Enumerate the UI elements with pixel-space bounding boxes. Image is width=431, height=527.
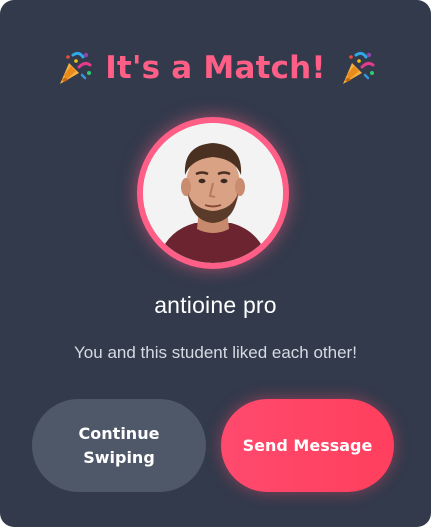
- avatar-photo: [143, 123, 283, 263]
- match-title-row: It's a Match!: [0, 46, 431, 90]
- avatar: [143, 123, 283, 263]
- continue-swiping-button[interactable]: Continue Swiping: [32, 399, 206, 492]
- match-modal: It's a Match! antioine pro You and this …: [0, 0, 431, 527]
- party-popper-icon: [55, 49, 93, 87]
- match-message: You and this student liked each other!: [74, 343, 357, 362]
- party-popper-icon: [338, 49, 376, 87]
- avatar-ring: [137, 117, 289, 269]
- match-title: It's a Match!: [105, 50, 326, 86]
- match-name: antioine pro: [154, 292, 277, 318]
- send-message-button[interactable]: Send Message: [221, 399, 394, 492]
